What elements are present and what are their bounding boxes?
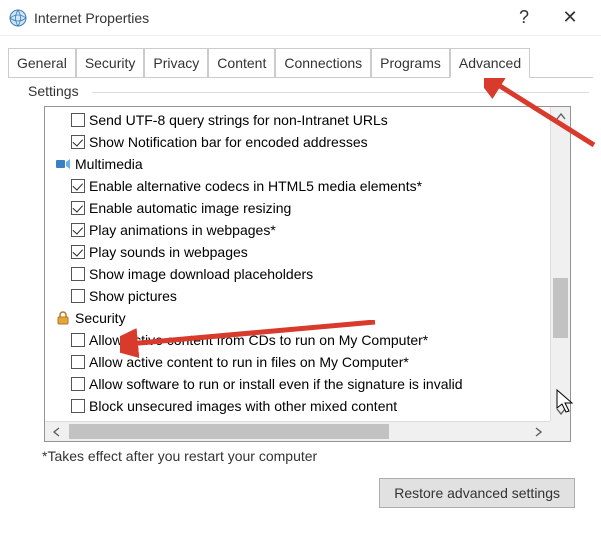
checkbox-label: Play animations in webpages*: [89, 219, 276, 241]
checkbox-label: Send UTF-8 query strings for non-Intrane…: [89, 109, 388, 131]
checkbox-label: Enable automatic image resizing: [89, 197, 291, 219]
checkbox[interactable]: [71, 245, 85, 259]
settings-group-header: Security: [45, 307, 570, 329]
tab-advanced[interactable]: Advanced: [450, 48, 530, 78]
settings-checkbox-item[interactable]: Play animations in webpages*: [45, 219, 570, 241]
titlebar: Internet Properties ? ✕: [0, 0, 601, 36]
checkbox[interactable]: [71, 179, 85, 193]
tab-security[interactable]: Security: [76, 48, 145, 78]
lock-icon: [55, 310, 71, 326]
tab-privacy[interactable]: Privacy: [144, 48, 208, 78]
internet-options-icon: [8, 8, 28, 28]
checkbox-label: Show pictures: [89, 285, 177, 307]
checkbox[interactable]: [71, 355, 85, 369]
scroll-up-icon[interactable]: [551, 107, 570, 127]
checkbox-label: Show image download placeholders: [89, 263, 313, 285]
settings-checkbox-item[interactable]: Show Notification bar for encoded addres…: [45, 131, 570, 153]
tab-programs[interactable]: Programs: [371, 48, 450, 78]
checkbox[interactable]: [71, 135, 85, 149]
settings-checkbox-item[interactable]: Allow active content from CDs to run on …: [45, 329, 570, 351]
settings-checkbox-item[interactable]: Play sounds in webpages: [45, 241, 570, 263]
settings-listview[interactable]: Send UTF-8 query strings for non-Intrane…: [44, 106, 571, 442]
group-label: Multimedia: [75, 153, 143, 175]
checkbox-label: Show Notification bar for encoded addres…: [89, 131, 368, 153]
scroll-thumb-horizontal[interactable]: [69, 424, 389, 439]
close-button[interactable]: ✕: [559, 7, 581, 29]
settings-checkbox-item[interactable]: Show image download placeholders: [45, 263, 570, 285]
checkbox-label: Allow active content from CDs to run on …: [89, 329, 428, 351]
settings-checkbox-item[interactable]: Allow active content to run in files on …: [45, 351, 570, 373]
settings-checkbox-item[interactable]: Block unsecured images with other mixed …: [45, 395, 570, 417]
multimedia-icon: [55, 156, 71, 172]
scroll-corner: [550, 421, 570, 441]
tab-content[interactable]: Content: [208, 48, 275, 78]
scroll-down-icon[interactable]: [551, 401, 570, 421]
help-button[interactable]: ?: [513, 7, 535, 29]
checkbox[interactable]: [71, 289, 85, 303]
checkbox[interactable]: [71, 113, 85, 127]
checkbox[interactable]: [71, 377, 85, 391]
horizontal-scrollbar[interactable]: [45, 421, 550, 441]
scroll-left-icon[interactable]: [45, 422, 69, 441]
checkbox[interactable]: [71, 267, 85, 281]
checkbox-label: Play sounds in webpages: [89, 241, 248, 263]
restart-footnote: *Takes effect after you restart your com…: [42, 448, 589, 464]
settings-checkbox-item[interactable]: Enable alternative codecs in HTML5 media…: [45, 175, 570, 197]
settings-label: Settings: [24, 83, 83, 99]
settings-checkbox-item[interactable]: Allow software to run or install even if…: [45, 373, 570, 395]
checkbox-label: Allow software to run or install even if…: [89, 373, 463, 395]
tab-general[interactable]: General: [8, 48, 76, 78]
scroll-right-icon[interactable]: [526, 422, 550, 441]
checkbox[interactable]: [71, 399, 85, 413]
group-label: Security: [75, 307, 126, 329]
settings-checkbox-item[interactable]: Send UTF-8 query strings for non-Intrane…: [45, 109, 570, 131]
tab-strip: General Security Privacy Content Connect…: [0, 36, 601, 78]
checkbox-label: Block unsecured images with other mixed …: [89, 395, 397, 417]
vertical-scrollbar[interactable]: [550, 107, 570, 421]
settings-groupbox: Settings Send UTF-8 query strings for no…: [12, 92, 589, 508]
scroll-thumb-vertical[interactable]: [553, 278, 568, 338]
window-title: Internet Properties: [34, 10, 513, 26]
checkbox[interactable]: [71, 333, 85, 347]
checkbox-label: Enable alternative codecs in HTML5 media…: [89, 175, 422, 197]
settings-checkbox-item[interactable]: Enable automatic image resizing: [45, 197, 570, 219]
restore-advanced-button[interactable]: Restore advanced settings: [379, 478, 575, 508]
checkbox[interactable]: [71, 201, 85, 215]
tab-connections[interactable]: Connections: [275, 48, 371, 78]
checkbox-label: Allow active content to run in files on …: [89, 351, 409, 373]
settings-checkbox-item[interactable]: Show pictures: [45, 285, 570, 307]
settings-group-header: Multimedia: [45, 153, 570, 175]
checkbox[interactable]: [71, 223, 85, 237]
